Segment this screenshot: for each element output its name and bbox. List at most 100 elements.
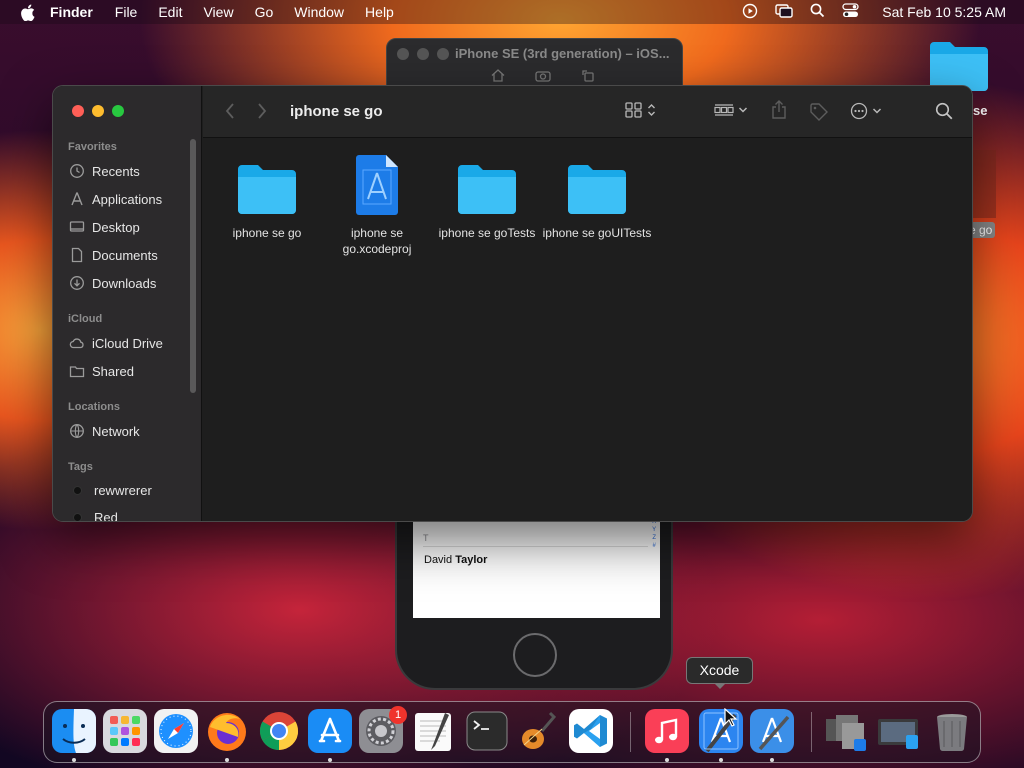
dock-firefox-icon[interactable] bbox=[205, 709, 249, 753]
folder-icon bbox=[238, 165, 296, 214]
menubar-clock[interactable]: Sat Feb 10 5:25 AM bbox=[882, 4, 1006, 20]
view-mode-button[interactable] bbox=[625, 102, 656, 118]
back-chevron-icon[interactable] bbox=[225, 102, 235, 125]
apple-menu-icon[interactable] bbox=[18, 3, 36, 21]
sidebar-item-downloads[interactable]: Downloads bbox=[69, 275, 156, 291]
desktop-folder-label[interactable]: se bbox=[973, 103, 987, 118]
sidebar-section-favorites: Favorites bbox=[68, 141, 117, 153]
dock: 1 bbox=[43, 701, 981, 763]
dock-downloads-stack-icon[interactable] bbox=[824, 709, 868, 753]
contact-row[interactable]: David Taylor bbox=[424, 554, 487, 566]
file-item-folder[interactable]: iphone se goUITests bbox=[542, 151, 652, 241]
dock-app-store-icon[interactable] bbox=[308, 709, 352, 753]
menu-file[interactable]: File bbox=[115, 4, 138, 20]
file-name: iphone se goTests bbox=[438, 226, 536, 240]
sidebar-tag-red[interactable]: Red bbox=[69, 510, 118, 521]
screen-mirroring-icon[interactable] bbox=[775, 3, 793, 22]
running-indicator bbox=[328, 758, 332, 762]
globe-icon bbox=[70, 424, 84, 438]
cloud-icon bbox=[69, 338, 84, 349]
search-icon bbox=[935, 102, 953, 120]
folder-icon bbox=[458, 165, 516, 214]
menu-view[interactable]: View bbox=[203, 4, 233, 20]
sidebar-item-applications[interactable]: Applications bbox=[69, 191, 162, 207]
home-button[interactable] bbox=[513, 633, 557, 677]
window-controls bbox=[72, 105, 124, 117]
sidebar-item-label: Network bbox=[92, 423, 140, 439]
sidebar-section-icloud: iCloud bbox=[68, 313, 103, 325]
file-item-xcodeproj[interactable]: iphone se go.xcodeproj bbox=[322, 147, 432, 257]
action-menu-button[interactable] bbox=[850, 102, 882, 120]
menu-go[interactable]: Go bbox=[255, 4, 274, 20]
play-status-icon[interactable] bbox=[742, 3, 758, 22]
zoom-button[interactable] bbox=[112, 105, 124, 117]
dock-safari-icon[interactable] bbox=[154, 709, 198, 753]
running-indicator bbox=[72, 758, 76, 762]
group-grid-icon bbox=[714, 104, 734, 116]
search-button[interactable] bbox=[935, 102, 953, 120]
simulator-close-button[interactable] bbox=[397, 48, 409, 60]
share-icon bbox=[772, 100, 786, 119]
dock-vscode-icon[interactable] bbox=[569, 709, 613, 753]
sidebar-item-recents[interactable]: Recents bbox=[69, 163, 140, 179]
notification-badge: 1 bbox=[389, 706, 407, 724]
simulator-zoom-button[interactable] bbox=[437, 48, 449, 60]
icon-grid-icon bbox=[625, 102, 642, 118]
folder-icon bbox=[568, 165, 626, 214]
spotlight-search-icon[interactable] bbox=[810, 3, 825, 21]
sidebar-item-icloud-drive[interactable]: iCloud Drive bbox=[69, 335, 163, 351]
applications-icon bbox=[71, 192, 83, 206]
sidebar-item-shared[interactable]: Shared bbox=[69, 363, 134, 379]
forward-chevron-icon[interactable] bbox=[257, 102, 267, 125]
window-title: iphone se go bbox=[290, 103, 383, 120]
simulator-minimize-button[interactable] bbox=[417, 48, 429, 60]
sidebar-item-label: Desktop bbox=[92, 219, 140, 235]
simulator-window-titlebar[interactable]: iPhone SE (3rd generation) – iOS... bbox=[386, 38, 683, 86]
sidebar-tag-rewwrerer[interactable]: rewwrerer bbox=[69, 483, 152, 498]
chevron-down-icon bbox=[872, 108, 882, 114]
control-center-icon[interactable] bbox=[842, 3, 859, 21]
contacts-section-header: T bbox=[423, 533, 429, 543]
running-indicator bbox=[770, 758, 774, 762]
share-button[interactable] bbox=[771, 100, 787, 120]
download-icon bbox=[70, 276, 84, 290]
sidebar-section-tags: Tags bbox=[68, 461, 93, 473]
dock-xcode-beta-icon[interactable] bbox=[750, 709, 794, 753]
dock-system-settings-icon[interactable]: 1 bbox=[359, 706, 407, 753]
dock-launchpad-icon[interactable] bbox=[103, 709, 147, 753]
menu-finder[interactable]: Finder bbox=[50, 4, 93, 20]
dock-chrome-icon[interactable] bbox=[257, 709, 301, 753]
menu-help[interactable]: Help bbox=[365, 4, 394, 20]
file-item-folder[interactable]: iphone se goTests bbox=[432, 151, 542, 241]
dock-finder-icon[interactable] bbox=[52, 709, 96, 753]
minimize-button[interactable] bbox=[92, 105, 104, 117]
file-item-folder[interactable]: iphone se go bbox=[212, 151, 322, 241]
dock-music-icon[interactable] bbox=[645, 709, 689, 753]
clock-icon bbox=[70, 164, 84, 178]
mouse-cursor-icon bbox=[724, 707, 738, 733]
sidebar-item-label: Downloads bbox=[92, 275, 157, 291]
tags-button[interactable] bbox=[809, 102, 829, 122]
sidebar-item-label: Recents bbox=[92, 163, 140, 179]
sidebar-item-label: rewwrerer bbox=[94, 483, 152, 498]
dock-trash-icon[interactable] bbox=[930, 709, 974, 753]
sidebar-section-locations: Locations bbox=[68, 401, 120, 413]
sidebar-item-network[interactable]: Network bbox=[69, 423, 140, 439]
simulator-window-controls[interactable] bbox=[397, 48, 449, 60]
dock-documents-stack-icon[interactable] bbox=[876, 709, 920, 753]
sidebar-item-documents[interactable]: Documents bbox=[69, 247, 158, 263]
dock-garageband-icon[interactable] bbox=[516, 709, 560, 753]
group-by-button[interactable] bbox=[714, 102, 748, 118]
sidebar-scrollbar[interactable] bbox=[190, 139, 196, 393]
menu-edit[interactable]: Edit bbox=[158, 4, 182, 20]
menu-window[interactable]: Window bbox=[294, 4, 344, 20]
close-button[interactable] bbox=[72, 105, 84, 117]
running-indicator bbox=[719, 758, 723, 762]
finder-content[interactable]: iphone se go iphone se go.xcodeproj ipho… bbox=[203, 139, 972, 521]
dock-terminal-icon[interactable] bbox=[465, 709, 509, 753]
file-name: iphone se go.xcodeproj bbox=[342, 226, 412, 256]
running-indicator bbox=[665, 758, 669, 762]
sidebar-item-desktop[interactable]: Desktop bbox=[69, 219, 140, 235]
updown-chevron-icon bbox=[648, 104, 655, 116]
dock-textedit-icon[interactable] bbox=[411, 709, 455, 753]
